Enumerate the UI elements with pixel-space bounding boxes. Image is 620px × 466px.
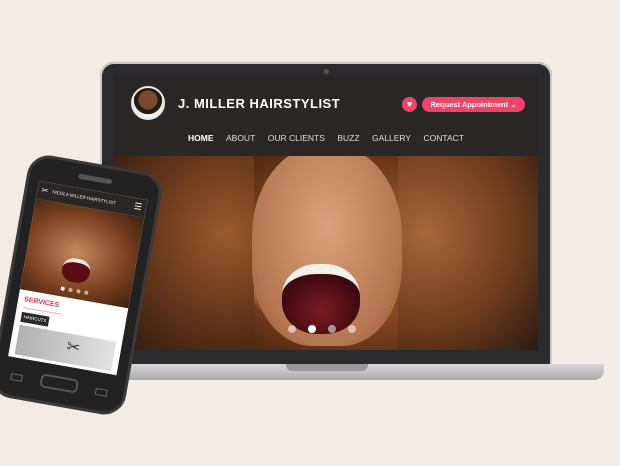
haircuts-tab[interactable]: HAIRCUTS <box>20 311 50 327</box>
phone-device: ✂ NICOLA MILLER HAIRSTYLIST ☰ SERVICES H… <box>0 152 188 426</box>
nav-buzz[interactable]: BUZZ <box>337 133 359 143</box>
hero-hair-right <box>398 156 538 350</box>
hero-mouth <box>282 264 360 334</box>
chevron-down-icon: ⌄ <box>510 100 517 109</box>
slider-dot-1[interactable] <box>288 325 296 333</box>
nav-our-clients[interactable]: OUR CLIENTS <box>268 133 325 143</box>
phone-hero-image <box>19 198 145 309</box>
laptop-camera <box>324 69 329 74</box>
slider-dot-2[interactable] <box>308 325 316 333</box>
heart-icon[interactable]: ♥ <box>402 97 417 112</box>
main-nav: HOME ABOUT OUR CLIENTS BUZZ GALLERY CONT… <box>114 128 538 146</box>
phone-screen: ✂ NICOLA MILLER HAIRSTYLIST ☰ SERVICES H… <box>8 180 148 376</box>
request-appointment-label: Request Appointment <box>430 100 509 109</box>
slider-dot-3[interactable] <box>328 325 336 333</box>
phone-hero-mouth <box>60 256 92 285</box>
phone-back-key[interactable] <box>94 387 108 397</box>
phone-menu-key[interactable] <box>10 372 24 382</box>
hamburger-menu-icon[interactable]: ☰ <box>133 201 143 212</box>
site-header: J. MILLER HAIRSTYLIST ♥ Request Appointm… <box>114 76 538 156</box>
site-brand[interactable]: J. MILLER HAIRSTYLIST <box>178 96 340 111</box>
phone-speaker <box>78 173 113 185</box>
laptop-notch <box>286 364 368 371</box>
slider-dot-4[interactable] <box>348 325 356 333</box>
request-appointment-button[interactable]: Request Appointment ⌄ <box>422 97 525 112</box>
avatar[interactable] <box>131 86 165 120</box>
nav-about[interactable]: ABOUT <box>226 133 255 143</box>
phone-body: ✂ NICOLA MILLER HAIRSTYLIST ☰ SERVICES H… <box>0 152 165 418</box>
nav-contact[interactable]: CONTACT <box>424 133 464 143</box>
nav-home[interactable]: HOME <box>188 133 214 143</box>
nav-gallery[interactable]: GALLERY <box>372 133 411 143</box>
phone-home-button[interactable] <box>39 373 80 394</box>
scissors-logo-icon[interactable]: ✂ <box>41 185 49 195</box>
